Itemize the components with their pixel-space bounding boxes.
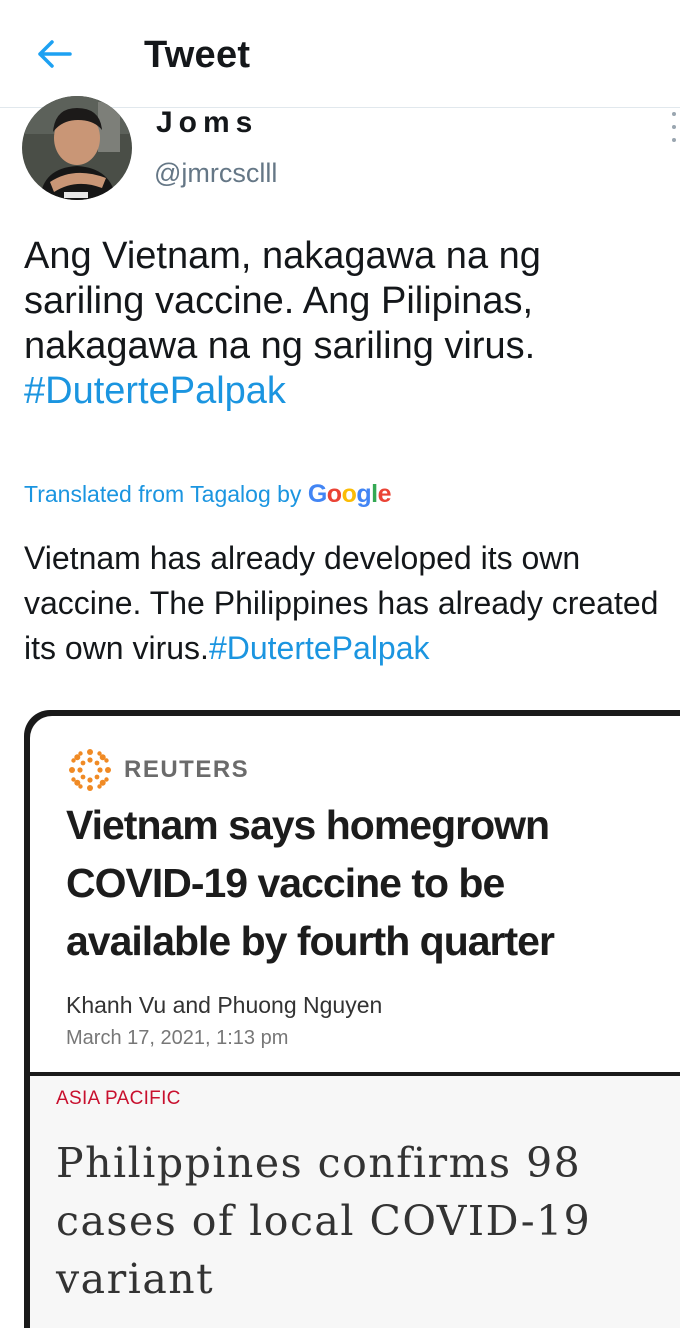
asia-headline: Philippines confirms 98 cases of local C… (56, 1139, 592, 1303)
reuters-headline: Vietnam says homegrown COVID-19 vaccine … (66, 802, 555, 964)
reuters-date: March 17, 2021, 1:13 pm (66, 1027, 289, 1049)
reuters-logo: REUTERS (68, 748, 249, 792)
tweet-media-image[interactable]: REUTERS Vietnam says homegrown COVID-19 … (24, 710, 680, 1328)
avatar[interactable] (22, 96, 132, 200)
reuters-dot-logo-icon (69, 749, 111, 791)
reuters-source-name: REUTERS (124, 756, 250, 783)
author-handle[interactable]: @jmrcsclll (154, 158, 277, 189)
tweet-body: Ang Vietnam, nakagawa na ng sariling vac… (24, 235, 541, 367)
google-logo: Google (307, 480, 392, 508)
more-options-icon[interactable] (670, 112, 678, 142)
translation-hashtag-link[interactable]: #DutertePalpak (209, 630, 430, 666)
tweet-hashtag-link[interactable]: #DutertePalpak (24, 370, 286, 412)
author-display-name[interactable]: Joms (156, 106, 258, 140)
tweet-text: Ang Vietnam, nakagawa na ng sariling vac… (24, 234, 664, 414)
translation-label: Translated from Tagalog by (24, 481, 302, 507)
asia-section-label: ASIA PACIFIC (56, 1088, 181, 1109)
arrow-left-icon (38, 40, 72, 68)
translated-text: Vietnam has already developed its own va… (24, 536, 674, 671)
back-button[interactable] (32, 34, 76, 74)
reuters-byline: Khanh Vu and Phuong Nguyen (66, 992, 383, 1018)
translation-attribution: Translated from Tagalog by Google (24, 480, 392, 509)
top-bar: Tweet (0, 0, 680, 108)
page-title: Tweet (144, 34, 251, 76)
asia-pacific-article-card: ASIA PACIFIC Philippines confirms 98 cas… (30, 1076, 680, 1328)
reuters-article-card: REUTERS Vietnam says homegrown COVID-19 … (30, 716, 680, 1072)
